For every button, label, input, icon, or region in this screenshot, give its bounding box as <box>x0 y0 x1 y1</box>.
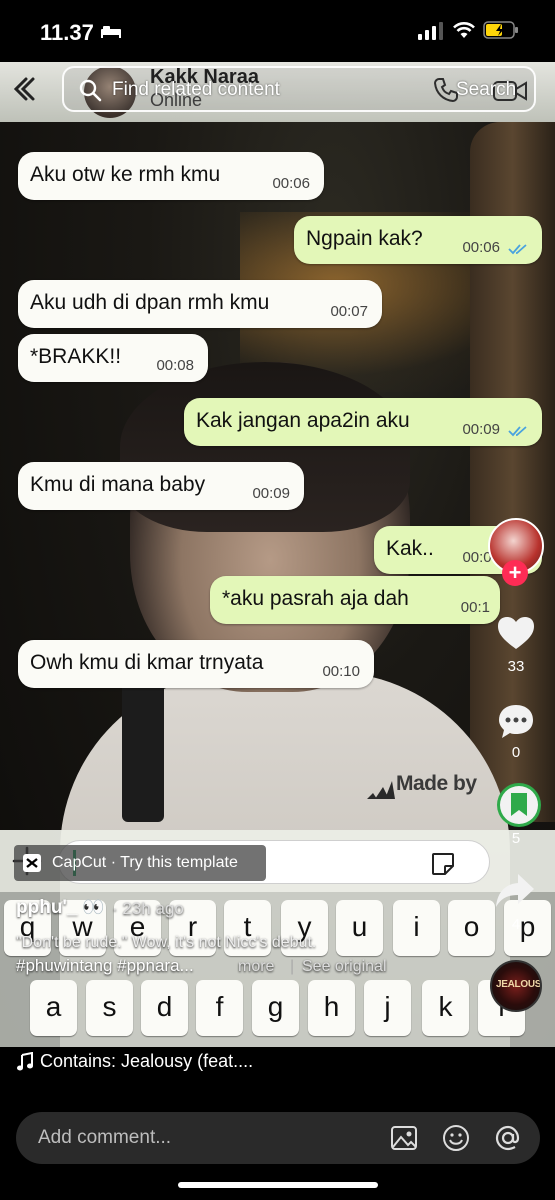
search-button[interactable]: Search <box>456 79 516 101</box>
capcut-logo-icon <box>23 854 41 872</box>
message-text: *BRAKK!! <box>30 345 122 368</box>
back-chevron-icon[interactable] <box>10 76 36 102</box>
comment-input[interactable]: Add comment... <box>16 1112 540 1164</box>
key-s[interactable]: s <box>86 980 133 1036</box>
post-time: · 23h ago <box>112 899 184 918</box>
cellular-signal-icon <box>418 22 443 40</box>
message-text: Ngpain kak? <box>306 227 423 250</box>
message-time: 00:06 <box>272 175 310 192</box>
message-bubble-incoming: Owh kmu di kmar trnyata 00:10 <box>18 640 374 688</box>
heart-icon[interactable] <box>496 615 536 651</box>
comment-icon[interactable] <box>496 702 536 742</box>
disc-label: JEALOUSY <box>496 979 542 990</box>
status-time: 11.37 <box>40 20 94 45</box>
key-k[interactable]: k <box>422 980 469 1036</box>
bookmark-icon[interactable] <box>496 782 542 828</box>
see-original-link[interactable]: See original <box>302 958 387 976</box>
like-count: 33 <box>507 658 525 675</box>
key-h[interactable]: h <box>308 980 355 1036</box>
chat-header: Kakk Naraa Online Find related content S… <box>0 62 555 122</box>
message-text: *aku pasrah aja dah <box>222 587 409 610</box>
message-time: 00:10 <box>322 663 360 680</box>
read-ticks-icon <box>508 426 527 437</box>
share-count: 4 <box>511 916 521 933</box>
capcut-template-chip[interactable]: CapCut · Try this template <box>14 845 266 881</box>
separator: | <box>290 958 295 975</box>
capcut-label: CapCut · Try this template <box>52 854 238 871</box>
shirt-logo-icon <box>367 781 395 799</box>
key-f[interactable]: f <box>196 980 243 1036</box>
hashtags[interactable]: #phuwintang #ppnara... <box>16 956 194 976</box>
key-i[interactable]: i <box>393 900 440 956</box>
message-bubble-outgoing: *aku pasrah aja dah 00:1 <box>210 576 500 624</box>
message-text: Aku otw ke rmh kmu <box>30 163 221 186</box>
message-text: Kmu di mana baby <box>30 473 206 496</box>
message-time: 00:09 <box>252 485 290 502</box>
music-row[interactable]: Contains: Jealousy (feat.... <box>0 1047 555 1095</box>
share-arrow-icon[interactable] <box>494 872 536 910</box>
message-text: Kak jangan apa2in aku <box>196 409 410 432</box>
message-text: Owh kmu di kmar trnyata <box>30 651 264 674</box>
save-count: 5 <box>511 830 521 847</box>
message-bubble-incoming: Kmu di mana baby 00:09 <box>18 462 304 510</box>
key-d[interactable]: d <box>141 980 188 1036</box>
message-bubble-incoming: Aku otw ke rmh kmu 00:06 <box>18 152 324 200</box>
message-bubble-incoming: *BRAKK!! 00:08 <box>18 334 208 382</box>
more-link[interactable]: more <box>238 958 274 976</box>
message-bubble-incoming: Aku udh di dpan rmh kmu 00:07 <box>18 280 382 328</box>
sticker-icon[interactable] <box>429 850 457 878</box>
emoji-icon[interactable] <box>442 1124 470 1152</box>
music-title: Contains: Jealousy (feat.... <box>40 1051 254 1071</box>
message-time: 00:09 <box>462 421 500 438</box>
key-o[interactable]: o <box>448 900 495 956</box>
made-by-watermark: Made by <box>396 772 477 795</box>
comment-count: 0 <box>511 744 521 761</box>
status-bar: 11.37 <box>0 0 555 62</box>
home-indicator <box>178 1182 378 1188</box>
message-text: Kak.. <box>386 537 434 560</box>
message-time: 00:06 <box>462 239 500 256</box>
mention-icon[interactable] <box>494 1124 522 1152</box>
message-time: 00:08 <box>156 357 194 374</box>
search-placeholder: Find related content <box>112 79 280 100</box>
video-caption: "Don't be rude." Wow, it's not Nicc's de… <box>16 934 317 951</box>
sleep-focus-icon <box>101 26 121 38</box>
search-bar[interactable]: Find related content Search <box>62 66 536 112</box>
search-icon <box>79 79 102 102</box>
comment-placeholder: Add comment... <box>38 1127 172 1148</box>
wifi-icon <box>453 22 475 38</box>
message-text: Aku udh di dpan rmh kmu <box>30 291 270 314</box>
key-g[interactable]: g <box>252 980 299 1036</box>
battery-icon <box>483 21 518 39</box>
author-emoji: 👀 <box>82 897 105 917</box>
music-disc[interactable]: JEALOUSY <box>490 960 542 1012</box>
message-time: 00:1 <box>460 599 490 616</box>
music-note-icon <box>17 1052 33 1071</box>
author-name[interactable]: pphu'_ <box>16 897 78 919</box>
read-ticks-icon <box>508 244 527 255</box>
follow-plus-button[interactable]: + <box>502 560 528 586</box>
message-bubble-outgoing: Ngpain kak? 00:06 <box>294 216 542 264</box>
message-time: 00:07 <box>330 303 368 320</box>
message-bubble-outgoing: Kak jangan apa2in aku 00:09 <box>184 398 542 446</box>
bag-strap <box>122 682 164 822</box>
key-a[interactable]: a <box>30 980 77 1036</box>
key-u[interactable]: u <box>336 900 383 956</box>
image-icon[interactable] <box>390 1124 418 1152</box>
key-j[interactable]: j <box>364 980 411 1036</box>
